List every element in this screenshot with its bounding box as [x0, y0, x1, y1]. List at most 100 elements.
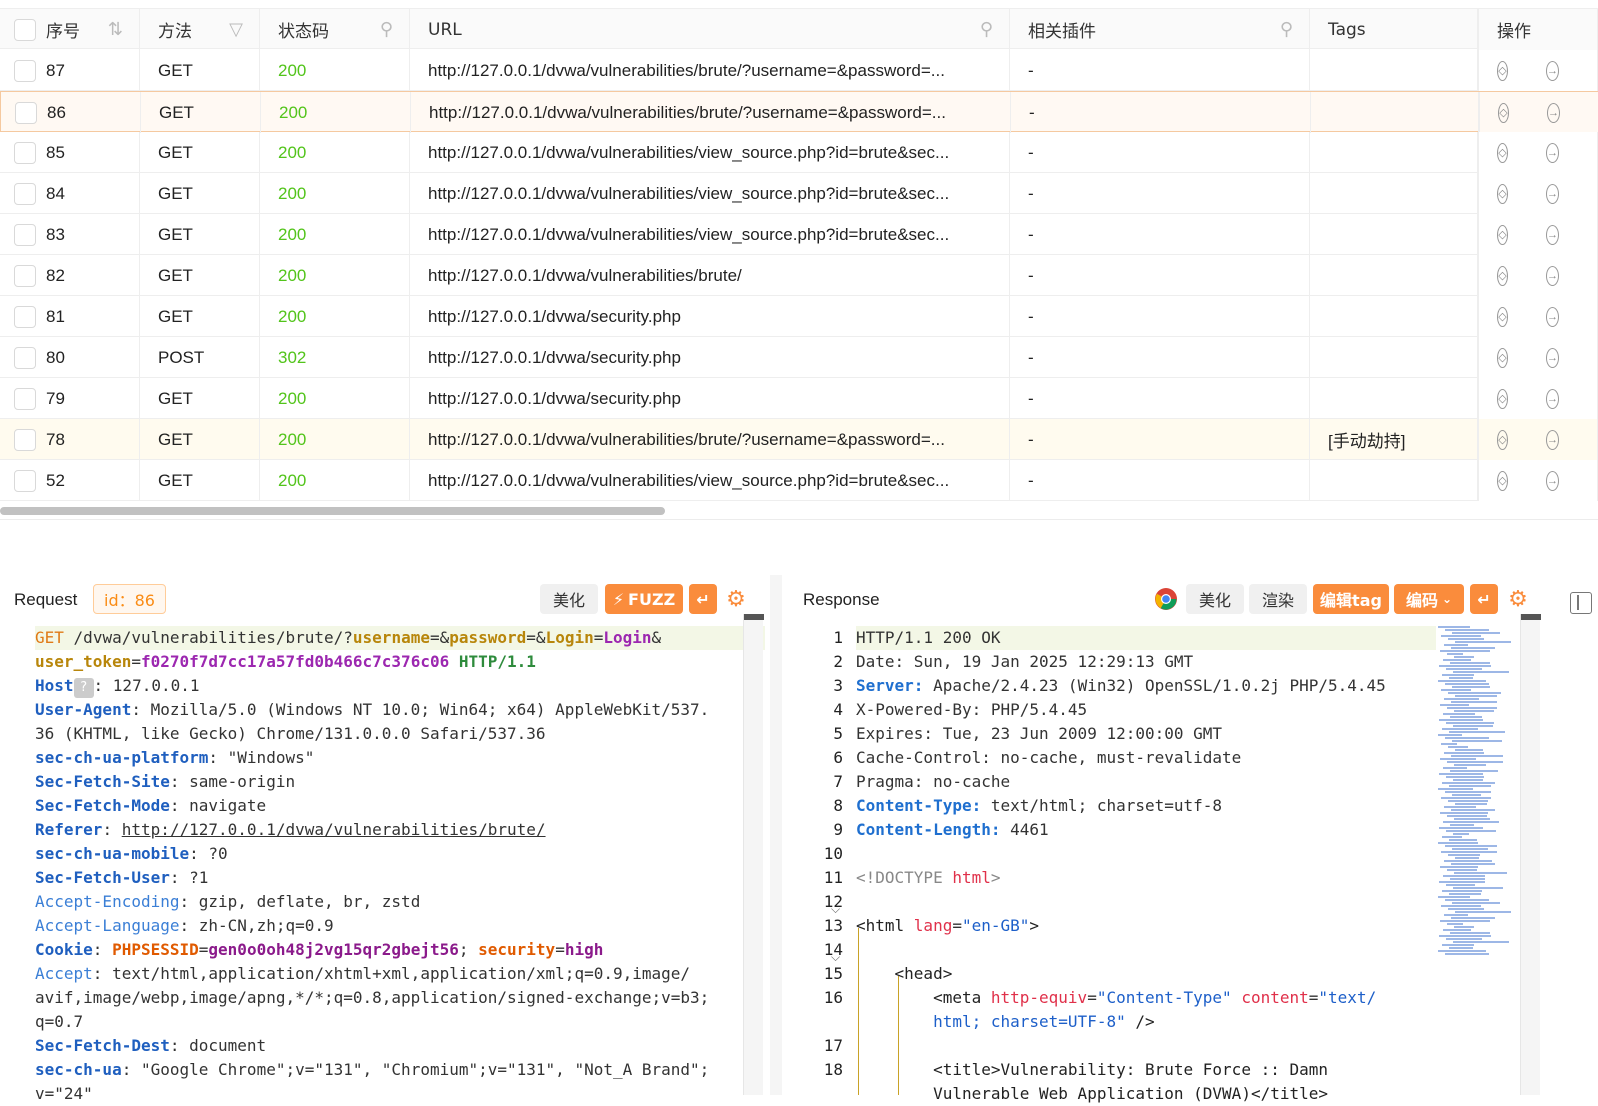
shield-icon[interactable]: ◇ — [1497, 347, 1508, 368]
shield-icon[interactable]: ◇ — [1497, 306, 1508, 327]
horizontal-scrollbar[interactable] — [0, 507, 665, 515]
table-row[interactable]: 82 GET 200 http://127.0.0.1/dvwa/vulnerabil… — [0, 255, 1598, 296]
row-checkbox[interactable] — [15, 101, 37, 124]
request-editor[interactable]: GET /dvwa/vulnerabilities/brute/?usernam… — [35, 626, 765, 1106]
row-checkbox[interactable] — [14, 223, 36, 246]
code-minimap[interactable] — [1438, 626, 1518, 971]
line-number: 18 — [823, 1060, 843, 1079]
row-url: http://127.0.0.1/dvwa/vulnerabilities/br… — [410, 419, 1010, 460]
settings-gear-icon[interactable]: ⚙ — [1504, 584, 1532, 614]
search-icon[interactable]: ⚲ — [1280, 19, 1293, 40]
beautify-button[interactable]: 美化 — [540, 584, 598, 614]
table-row[interactable]: 81 GET 200 http://127.0.0.1/dvwa/security.p… — [0, 296, 1598, 337]
row-checkbox[interactable] — [14, 305, 36, 328]
row-select-cell[interactable]: 81 — [0, 296, 140, 337]
hint-badge[interactable]: ? — [73, 678, 94, 698]
row-select-cell[interactable]: 83 — [0, 214, 140, 255]
row-select-cell[interactable]: 84 — [0, 173, 140, 214]
encode-dropdown[interactable]: 编码 ⌄ — [1394, 584, 1464, 614]
row-id: 84 — [46, 183, 65, 203]
header-method[interactable]: 方法 ▽ — [140, 9, 260, 50]
wrap-toggle-button[interactable]: ↵ — [689, 584, 717, 614]
shield-icon[interactable]: ◇ — [1497, 388, 1508, 409]
row-select-cell[interactable]: 79 — [0, 378, 140, 419]
edit-tag-button[interactable]: 编辑tag — [1313, 584, 1389, 614]
arrow-right-icon[interactable]: → — [1546, 429, 1559, 450]
search-icon[interactable]: ⚲ — [380, 19, 393, 40]
arrow-right-icon[interactable]: → — [1547, 102, 1560, 123]
shield-icon[interactable]: ◇ — [1497, 429, 1508, 450]
chrome-icon[interactable] — [1153, 584, 1179, 614]
header-url[interactable]: URL ⚲ — [410, 9, 1010, 50]
shield-icon[interactable]: ◇ — [1498, 102, 1509, 123]
row-select-cell[interactable]: 86 — [1, 92, 141, 133]
row-ops: ◇ → — [1478, 50, 1598, 91]
settings-gear-icon[interactable]: ⚙ — [722, 584, 750, 614]
header-plugin[interactable]: 相关插件 ⚲ — [1010, 9, 1310, 50]
fold-chevron-icon[interactable]: ⌵ — [831, 902, 840, 917]
referer-link[interactable]: http://127.0.0.1/dvwa/vulnerabilities/br… — [122, 820, 546, 839]
shield-icon[interactable]: ◇ — [1497, 142, 1508, 163]
pane-divider[interactable] — [770, 575, 782, 1095]
sort-icon[interactable]: ⇅ — [108, 19, 123, 40]
row-checkbox[interactable] — [14, 428, 36, 451]
row-checkbox[interactable] — [14, 387, 36, 410]
header-status[interactable]: 状态码 ⚲ — [260, 9, 410, 50]
table-row[interactable]: 78 GET 200 http://127.0.0.1/dvwa/vulnerabil… — [0, 419, 1598, 460]
fold-chevron-icon[interactable]: ⌵ — [831, 950, 840, 965]
row-select-cell[interactable]: 78 — [0, 419, 140, 460]
row-checkbox[interactable] — [14, 59, 36, 82]
search-icon[interactable]: ⚲ — [980, 19, 993, 40]
table-row[interactable]: 79 GET 200 http://127.0.0.1/dvwa/security.p… — [0, 378, 1598, 419]
shield-icon[interactable]: ◇ — [1497, 60, 1508, 81]
arrow-right-icon[interactable]: → — [1546, 347, 1559, 368]
row-checkbox[interactable] — [14, 182, 36, 205]
response-scrollbar[interactable] — [1520, 614, 1541, 1095]
shield-icon[interactable]: ◇ — [1497, 183, 1508, 204]
row-select-cell[interactable]: 80 — [0, 337, 140, 378]
filter-icon[interactable]: ▽ — [229, 19, 243, 40]
arrow-right-icon[interactable]: → — [1546, 142, 1559, 163]
table-row[interactable]: 83 GET 200 http://127.0.0.1/dvwa/vulnerabil… — [0, 214, 1598, 255]
arrow-right-icon[interactable]: → — [1546, 470, 1559, 491]
select-all-checkbox[interactable] — [14, 18, 36, 41]
header-seq[interactable]: 序号 ⇅ — [0, 9, 140, 50]
arrow-right-icon[interactable]: → — [1546, 183, 1559, 204]
table-row[interactable]: 84 GET 200 http://127.0.0.1/dvwa/vulnerabil… — [0, 173, 1598, 214]
minimap-line — [1438, 626, 1470, 628]
fuzz-button[interactable]: ⚡ FUZZ — [605, 584, 683, 614]
arrow-right-icon[interactable]: → — [1546, 306, 1559, 327]
arrow-right-icon[interactable]: → — [1546, 265, 1559, 286]
row-checkbox[interactable] — [14, 264, 36, 287]
row-select-cell[interactable]: 87 — [0, 50, 140, 91]
table-row[interactable]: 52 GET 200 http://127.0.0.1/dvwa/vulnerabil… — [0, 460, 1598, 501]
shield-icon[interactable]: ◇ — [1497, 224, 1508, 245]
table-row[interactable]: 86 GET 200 http://127.0.0.1/dvwa/vulnerabil… — [0, 91, 1598, 133]
minimap-line — [1450, 716, 1482, 718]
minimap-line — [1447, 869, 1478, 871]
row-checkbox[interactable] — [14, 346, 36, 369]
row-url: http://127.0.0.1/dvwa/vulnerabilities/vi… — [410, 173, 1010, 214]
shield-icon[interactable]: ◇ — [1497, 470, 1508, 491]
row-url: http://127.0.0.1/dvwa/vulnerabilities/vi… — [410, 132, 1010, 173]
arrow-right-icon[interactable]: → — [1546, 388, 1559, 409]
arrow-right-icon[interactable]: → — [1546, 224, 1559, 245]
arrow-right-icon[interactable]: → — [1546, 60, 1559, 81]
response-editor[interactable]: HTTP/1.1 200 OK Date: Sun, 19 Jan 2025 1… — [856, 626, 1436, 1106]
table-row[interactable]: 80 POST 302 http://127.0.0.1/dvwa/security.… — [0, 337, 1598, 378]
table-row[interactable]: 87 GET 200 http://127.0.0.1/dvwa/vulnerabil… — [0, 50, 1598, 91]
row-select-cell[interactable]: 52 — [0, 460, 140, 501]
beautify-button[interactable]: 美化 — [1186, 584, 1244, 614]
table-row[interactable]: 85 GET 200 http://127.0.0.1/dvwa/vulnerabil… — [0, 132, 1598, 173]
row-checkbox[interactable] — [14, 469, 36, 492]
request-scrollbar[interactable] — [743, 614, 764, 1095]
shield-icon[interactable]: ◇ — [1497, 265, 1508, 286]
row-select-cell[interactable]: 82 — [0, 255, 140, 296]
row-checkbox[interactable] — [14, 141, 36, 164]
row-tags — [1310, 132, 1478, 173]
sidebar-toggle-icon[interactable] — [1570, 592, 1592, 614]
wrap-toggle-button[interactable]: ↵ — [1470, 584, 1498, 614]
minimap-line — [1450, 770, 1498, 772]
row-select-cell[interactable]: 85 — [0, 132, 140, 173]
render-button[interactable]: 渲染 — [1249, 584, 1307, 614]
